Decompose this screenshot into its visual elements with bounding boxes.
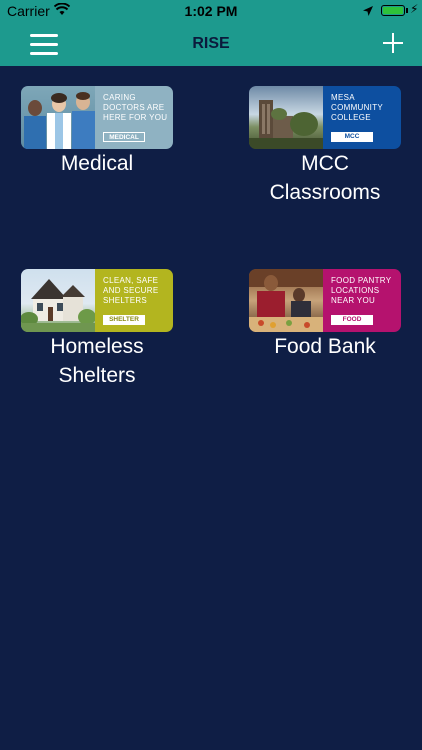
battery-tip xyxy=(406,8,408,13)
tile-shelters-label-line2: Shelters xyxy=(58,364,136,387)
tile-mcc-label-line1: MCC xyxy=(301,152,349,175)
tile-medical-label: Medical xyxy=(7,149,187,178)
page-title: RISE xyxy=(192,35,230,52)
tile-shelters[interactable]: CLEAN, SAFE AND SECURE SHELTERS SHELTER … xyxy=(7,269,187,389)
house-photo xyxy=(21,269,96,332)
tile-food-bank[interactable]: FOOD PANTRY LOCATIONS NEAR YOU FOOD Food… xyxy=(235,269,415,379)
battery-level xyxy=(383,7,403,14)
tile-mcc-label-line2: Classrooms xyxy=(269,181,381,204)
status-bar: Carrier 1:02 PM ⚡ xyxy=(0,0,422,22)
tile-shelters-label: Homeless Shelters xyxy=(7,332,187,390)
shelter-tag: SHELTER xyxy=(103,315,145,325)
shelter-card-panel: CLEAN, SAFE AND SECURE SHELTERS SHELTER xyxy=(95,269,173,332)
food-card-text: FOOD PANTRY LOCATIONS NEAR YOU xyxy=(331,276,392,305)
location-arrow-icon xyxy=(362,4,374,20)
mcc-card-text: MESA COMMUNITY COLLEGE xyxy=(331,93,383,122)
medical-card-text: CARING DOCTORS ARE HERE FOR YOU xyxy=(103,93,168,122)
shelter-card-text: CLEAN, SAFE AND SECURE SHELTERS xyxy=(103,276,159,305)
medical-card-image[interactable]: CARING DOCTORS ARE HERE FOR YOU MEDICAL xyxy=(21,86,173,149)
tile-food-bank-label: Food Bank xyxy=(235,332,415,361)
mcc-card-panel: MESA COMMUNITY COLLEGE MCC xyxy=(323,86,401,149)
medical-card-panel: CARING DOCTORS ARE HERE FOR YOU MEDICAL xyxy=(95,86,173,149)
food-tag: FOOD xyxy=(331,315,373,325)
tile-mcc-label: MCC Classrooms xyxy=(235,149,415,207)
tile-medical-label-line1: Medical xyxy=(60,152,134,175)
food-pantry-photo xyxy=(249,269,323,332)
tile-food-bank-label-line1: Food Bank xyxy=(274,335,376,358)
doctors-photo xyxy=(21,86,95,149)
battery-icon xyxy=(381,5,405,16)
campus-building-photo xyxy=(249,86,323,149)
tile-medical[interactable]: CARING DOCTORS ARE HERE FOR YOU MEDICAL … xyxy=(7,86,187,196)
medical-tag: MEDICAL xyxy=(103,132,145,142)
tile-shelters-label-line1: Homeless xyxy=(50,335,144,358)
mcc-tag: MCC xyxy=(331,132,373,142)
food-card-image[interactable]: FOOD PANTRY LOCATIONS NEAR YOU FOOD xyxy=(249,269,401,332)
shelter-card-image[interactable]: CLEAN, SAFE AND SECURE SHELTERS SHELTER xyxy=(21,269,173,332)
food-card-panel: FOOD PANTRY LOCATIONS NEAR YOU FOOD xyxy=(323,269,401,332)
mcc-card-image[interactable]: MESA COMMUNITY COLLEGE MCC xyxy=(249,86,401,149)
status-time: 1:02 PM xyxy=(184,3,238,19)
charging-bolt-icon: ⚡ xyxy=(410,2,419,16)
nav-bar: RISE xyxy=(0,22,422,66)
add-plus-icon[interactable] xyxy=(383,33,403,53)
tile-mcc[interactable]: MESA COMMUNITY COLLEGE MCC MCC Classroom… xyxy=(235,86,415,226)
